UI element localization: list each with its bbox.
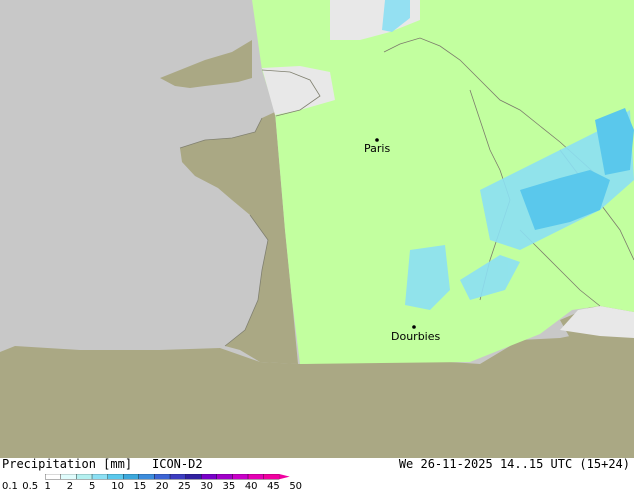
legend-swatch	[107, 474, 124, 480]
legend-tick-label: 20	[155, 481, 169, 492]
legend-swatch	[60, 474, 77, 480]
dourbies-marker	[412, 325, 416, 329]
legend-swatch	[201, 474, 217, 480]
legend-color-bar	[45, 474, 290, 480]
legend-swatch	[45, 474, 61, 480]
legend-swatch	[263, 474, 280, 480]
legend-swatch	[169, 474, 186, 480]
legend-swatch	[138, 474, 155, 480]
valid-datetime: We 26-11-2025 14..15 UTC (15+24)	[398, 457, 630, 471]
legend-tick-label: 45	[267, 481, 280, 492]
legend-swatch	[91, 474, 108, 480]
legend-swatch	[185, 474, 202, 480]
legend-tick-label: 2	[66, 481, 74, 492]
precipitation-map: Paris Dourbies	[0, 0, 634, 458]
legend-swatch	[154, 474, 171, 480]
product-title: Precipitation [mm]	[2, 457, 133, 471]
legend-tick-label: 35	[222, 481, 236, 492]
legend-tick-label: 40	[244, 481, 258, 492]
model-name: ICON-D2	[152, 457, 203, 471]
legend-tick-label: 1	[44, 481, 51, 492]
legend-overflow-arrow	[279, 474, 290, 480]
legend-tick-label: 15	[133, 481, 147, 492]
legend-tick-label: 10	[111, 481, 124, 492]
legend-tick-label: 0.1	[2, 481, 18, 492]
legend-swatch	[123, 474, 139, 480]
legend-tick-label: 25	[178, 481, 191, 492]
legend-tick-label: 50	[289, 481, 303, 492]
legend-tick-label: 30	[200, 481, 214, 492]
legend-swatch	[76, 474, 93, 480]
city-label-paris: Paris	[364, 142, 391, 155]
legend-swatch	[247, 474, 264, 480]
city-label-dourbies: Dourbies	[391, 330, 441, 343]
legend-swatch	[216, 474, 233, 480]
legend-swatch	[232, 474, 249, 480]
legend-tick-label: 0.5	[22, 481, 39, 492]
legend-tick-label: 5	[89, 481, 96, 492]
